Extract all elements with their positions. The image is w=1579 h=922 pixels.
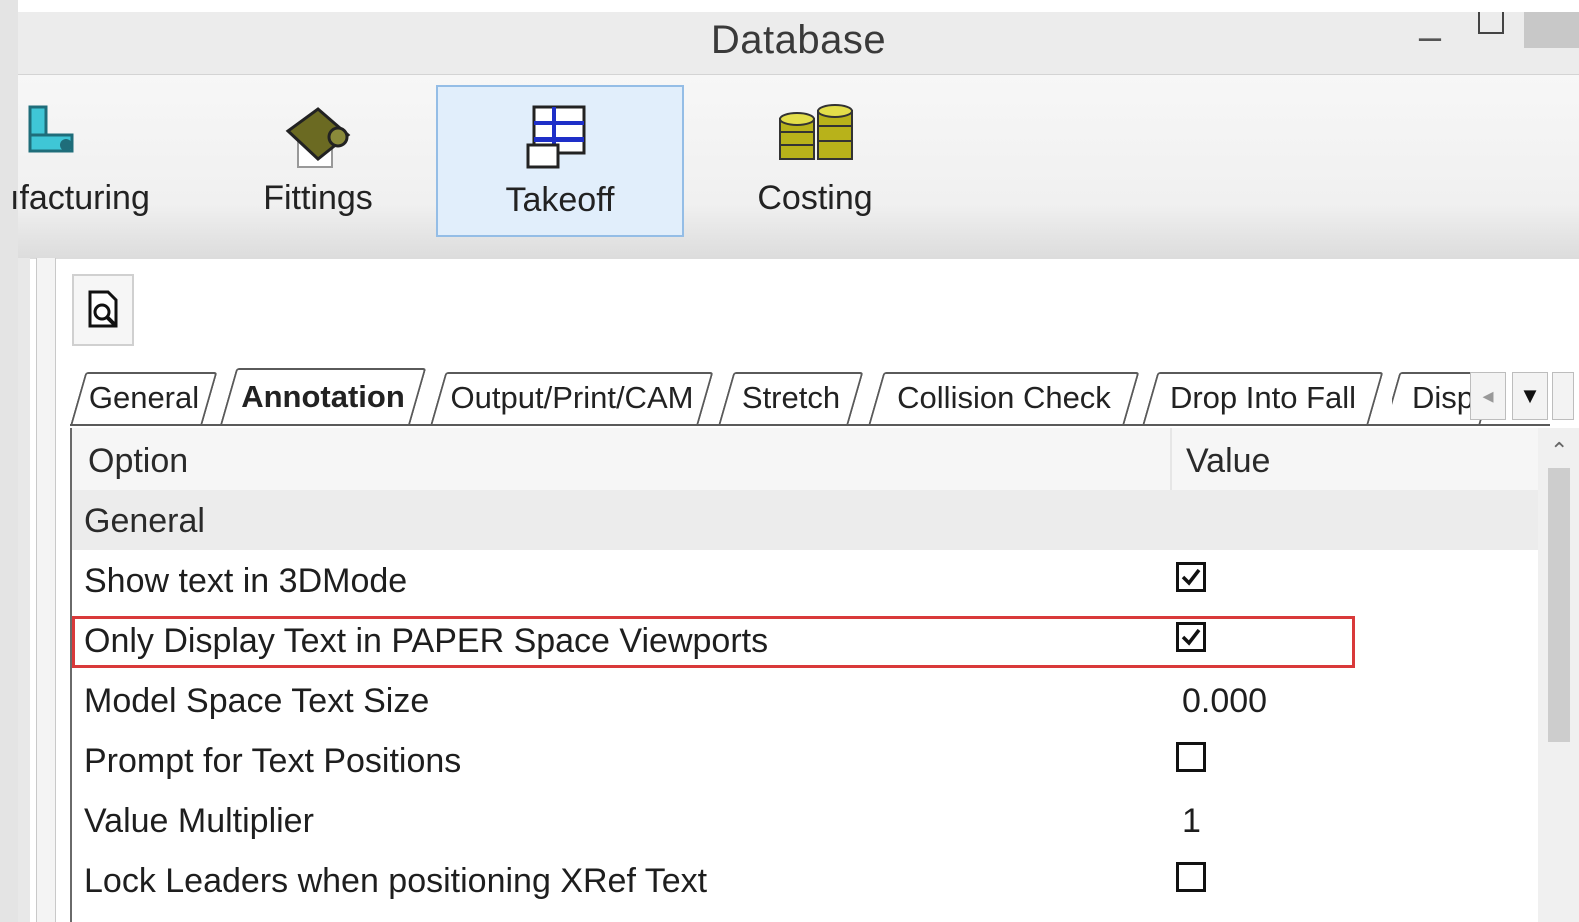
option-label: Model Space Text Size (84, 682, 430, 720)
title-bar: Database – (18, 12, 1579, 74)
prompt-text-positions-checkbox[interactable] (1176, 742, 1206, 772)
ribbon-button-label: ıfacturing (10, 179, 150, 217)
tab-label: Annotation (241, 379, 405, 414)
grid-header: Option Value (72, 428, 1540, 491)
options-tabstrip: General Output/Print/CAM Stretch Collisi… (70, 366, 1579, 426)
takeoff-icon (526, 105, 586, 169)
table-row[interactable]: Prompt for Text Positions (72, 730, 1540, 790)
tab-stretch[interactable]: Stretch (718, 372, 864, 424)
tab-drop-into-fall[interactable]: Drop Into Fall (1142, 372, 1384, 424)
table-row[interactable]: Lock Leaders when positioning XRef Text (72, 850, 1540, 910)
minimize-button[interactable]: – (1410, 12, 1450, 72)
value-multiplier-value[interactable]: 1 (1182, 802, 1201, 841)
ribbon-button-label: Fittings (263, 179, 373, 217)
option-label: Show text in 3DMode (84, 562, 408, 600)
ribbon-button-costing[interactable]: Costing (730, 87, 900, 237)
ribbon-button-fittings[interactable]: Fittings (238, 87, 398, 237)
ribbon-button-takeoff[interactable]: Takeoff (436, 85, 684, 237)
vertical-scrollbar[interactable]: ⌃ (1538, 428, 1579, 922)
document-search-icon (88, 290, 118, 328)
tab-label: Drop Into Fall (1169, 380, 1357, 415)
panel-frame-left (18, 258, 30, 922)
tab-general[interactable]: General (70, 372, 218, 424)
checkmark-icon (1181, 568, 1201, 586)
tab-annotation[interactable]: Annotation (219, 368, 427, 426)
maximize-icon (1478, 12, 1504, 34)
table-row[interactable]: Value Multiplier 1 (72, 790, 1540, 850)
highlight-annotation-box (72, 616, 1355, 668)
column-header-value[interactable]: Value (1186, 442, 1270, 481)
model-space-text-size-value[interactable]: 0.000 (1182, 682, 1267, 721)
table-row[interactable]: Model Space Text Size 0.000 (72, 670, 1540, 730)
close-button[interactable] (1524, 12, 1579, 48)
tabstrip-baseline (70, 424, 1550, 426)
ribbon-button-label: Takeoff (505, 181, 615, 219)
tab-label: Collision Check (897, 380, 1111, 415)
ribbon: ıfacturing Fittings Takeoff Costing (10, 74, 1579, 259)
option-label: Value Multiplier (84, 802, 314, 840)
category-label: General (84, 502, 205, 540)
tab-scroll-right-button[interactable] (1552, 372, 1574, 420)
tab-output-print-cam[interactable]: Output/Print/CAM (430, 372, 714, 424)
tab-label: Stretch (741, 380, 841, 415)
window-title: Database (710, 18, 887, 62)
maximize-button[interactable] (1470, 12, 1510, 52)
tab-label: Output/Print/CAM (450, 380, 694, 415)
tab-scroll-left-button[interactable]: ◂ (1470, 372, 1506, 420)
manufacturing-icon (28, 105, 74, 153)
panel-frame-border (36, 258, 56, 922)
ribbon-button-manufacturing[interactable]: ıfacturing (10, 87, 158, 237)
lock-leaders-checkbox[interactable] (1176, 862, 1206, 892)
costing-icon (779, 104, 853, 160)
column-header-option[interactable]: Option (88, 442, 188, 481)
tab-label: General (88, 380, 200, 415)
ribbon-button-label: Costing (757, 179, 873, 217)
show-text-3dmode-checkbox[interactable] (1176, 562, 1206, 592)
option-label: Prompt for Text Positions (84, 742, 462, 780)
window-left-edge (0, 0, 18, 922)
option-label: Lock Leaders when positioning XRef Text (84, 862, 708, 900)
tab-label: Disp (1412, 380, 1475, 415)
table-row[interactable]: Show text in 3DMode (72, 550, 1540, 610)
tab-collision-check[interactable]: Collision Check (868, 372, 1140, 424)
scroll-up-icon[interactable]: ⌃ (1550, 438, 1568, 464)
preview-button[interactable] (72, 274, 134, 346)
column-divider[interactable] (1170, 428, 1172, 490)
tab-list-dropdown-button[interactable]: ▼ (1512, 372, 1548, 420)
fittings-icon (285, 107, 351, 168)
scrollbar-thumb[interactable] (1548, 468, 1570, 742)
category-row-general[interactable]: General (72, 490, 1540, 550)
options-grid: Option Value General Show text in 3DMode… (70, 428, 1540, 922)
